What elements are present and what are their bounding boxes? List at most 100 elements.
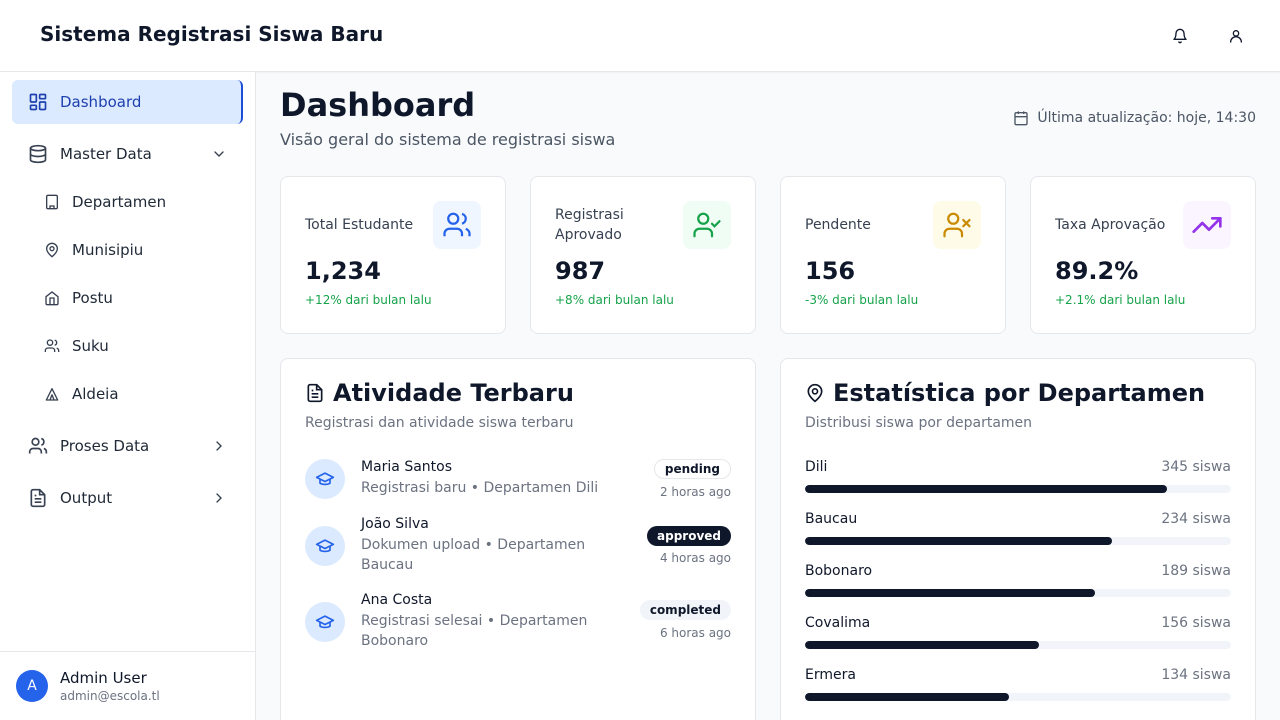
- progress-track: [805, 485, 1231, 493]
- map-pin-icon: [805, 383, 825, 403]
- sidebar-item-proses-data[interactable]: Proses Data: [12, 424, 243, 468]
- sidebar-item-suku[interactable]: Suku: [24, 326, 243, 366]
- calendar-icon: [1013, 110, 1029, 126]
- progress-fill: [805, 485, 1168, 493]
- sidebar-item-label: Postu: [72, 289, 113, 307]
- sidebar-item-label: Suku: [72, 337, 109, 355]
- user-icon[interactable]: [1224, 24, 1248, 48]
- department-count: 234 siswa: [1161, 511, 1231, 527]
- list-item[interactable]: João Silva Dokumen upload • Departamen B…: [305, 516, 731, 573]
- progress-fill: [805, 693, 1010, 701]
- department-row-covalima: Covalima 156 siswa: [805, 615, 1231, 651]
- department-count: 134 siswa: [1161, 667, 1231, 683]
- activity-title: Atividade Terbaru: [305, 379, 574, 407]
- sidebar-item-munisipiu[interactable]: Munisipiu: [24, 230, 243, 270]
- stat-value: 987: [555, 257, 606, 285]
- tent-icon: [44, 386, 60, 402]
- graduation-cap-icon: [305, 602, 345, 642]
- sidebar: Dashboard Master Data Departamen Munisip…: [0, 72, 256, 720]
- sidebar-item-dashboard[interactable]: Dashboard: [12, 80, 243, 124]
- progress-track: [805, 537, 1231, 545]
- activity-name: João Silva: [361, 516, 429, 532]
- chevron-right-icon: [211, 490, 227, 506]
- department-count: 189 siswa: [1161, 563, 1231, 579]
- activity-name: Ana Costa: [361, 592, 433, 608]
- users-icon: [44, 338, 60, 354]
- department-title-text: Estatística por Departamen: [833, 379, 1206, 407]
- activity-desc: Registrasi baru • Departamen Dili: [361, 480, 599, 496]
- chevron-right-icon: [211, 438, 227, 454]
- users-icon: [433, 201, 481, 249]
- graduation-cap-icon: [305, 459, 345, 499]
- sidebar-item-postu[interactable]: Postu: [24, 278, 243, 318]
- department-name: Dili: [805, 459, 828, 475]
- building-icon: [44, 194, 60, 210]
- user-name: Admin User: [60, 669, 147, 687]
- stat-label: Pendente: [805, 217, 871, 233]
- department-row-dili: Dili 345 siswa: [805, 459, 1231, 495]
- sidebar-item-label: Munisipiu: [72, 241, 144, 259]
- sidebar-item-output[interactable]: Output: [12, 476, 243, 520]
- sidebar-item-departamen[interactable]: Departamen: [24, 182, 243, 222]
- stat-value: 89.2%: [1055, 257, 1139, 285]
- database-icon: [28, 144, 48, 164]
- user-check-icon: [683, 201, 731, 249]
- stat-card-taxa-aprovacao: Taxa Aprovação 89.2% +2.1% dari bulan la…: [1030, 176, 1256, 334]
- status-badge: completed: [639, 600, 731, 620]
- avatar: A: [16, 670, 48, 702]
- activity-subtitle: Registrasi dan atividade siswa terbaru: [305, 415, 574, 431]
- progress-fill: [805, 641, 1040, 649]
- page-title: Dashboard: [280, 86, 476, 124]
- stat-label: Registrasi Aprovado: [555, 207, 624, 243]
- department-row-ermera: Ermera 134 siswa: [805, 667, 1231, 703]
- progress-fill: [805, 589, 1095, 597]
- activity-panel: Atividade Terbaru Registrasi dan ativida…: [280, 358, 756, 720]
- activity-name: Maria Santos: [361, 459, 453, 475]
- sidebar-item-label: Aldeia: [72, 385, 119, 403]
- list-item[interactable]: Maria Santos Registrasi baru • Departame…: [305, 459, 731, 503]
- stat-change: +2.1% dari bulan lalu: [1055, 293, 1186, 307]
- department-name: Ermera: [805, 667, 856, 683]
- activity-desc: Dokumen upload • Departamen Baucau: [361, 537, 586, 573]
- department-count: 156 siswa: [1161, 615, 1231, 631]
- users-icon: [28, 436, 48, 456]
- list-item[interactable]: Ana Costa Registrasi selesai • Departame…: [305, 592, 731, 649]
- department-row-baucau: Baucau 234 siswa: [805, 511, 1231, 547]
- stat-card-pendente: Pendente 156 -3% dari bulan lalu: [780, 176, 1006, 334]
- top-bar: Sistema Registrasi Siswa Baru: [0, 0, 1280, 72]
- user-email: admin@escola.tl: [60, 689, 160, 703]
- progress-track: [805, 589, 1231, 597]
- sidebar-user[interactable]: A Admin User admin@escola.tl: [0, 651, 255, 720]
- sidebar-item-master-data[interactable]: Master Data: [12, 132, 243, 176]
- home-icon: [44, 290, 60, 306]
- graduation-cap-icon: [305, 526, 345, 566]
- stat-label: Taxa Aprovação: [1055, 217, 1166, 233]
- sidebar-item-label: Master Data: [60, 145, 152, 163]
- department-name: Covalima: [805, 615, 871, 631]
- activity-time: 6 horas ago: [659, 626, 731, 640]
- activity-time: 2 horas ago: [659, 485, 731, 499]
- activity-desc: Registrasi selesai • Departamen Bobonaro: [361, 613, 588, 649]
- user-x-icon: [933, 201, 981, 249]
- app-title: Sistema Registrasi Siswa Baru: [40, 22, 384, 46]
- sidebar-item-label: Proses Data: [60, 437, 150, 455]
- bell-icon[interactable]: [1168, 24, 1192, 48]
- map-pin-icon: [44, 242, 60, 258]
- stat-change: +8% dari bulan lalu: [555, 293, 674, 307]
- stat-label: Total Estudante: [305, 217, 414, 233]
- last-update-text: Última atualização: hoje, 14:30: [1037, 110, 1256, 126]
- department-subtitle: Distribusi siswa por departamen: [805, 415, 1033, 431]
- file-icon: [28, 488, 48, 508]
- progress-track: [805, 693, 1231, 701]
- progress-fill: [805, 537, 1112, 545]
- stat-change: +12% dari bulan lalu: [305, 293, 432, 307]
- dashboard-icon: [28, 92, 48, 112]
- department-title: Estatística por Departamen: [805, 379, 1205, 407]
- department-name: Bobonaro: [805, 563, 873, 579]
- sidebar-item-label: Departamen: [72, 193, 167, 211]
- stat-value: 156: [805, 257, 856, 285]
- sidebar-item-label: Output: [60, 489, 113, 507]
- stat-value: 1,234: [305, 257, 381, 285]
- sidebar-item-aldeia[interactable]: Aldeia: [24, 374, 243, 414]
- file-icon: [305, 383, 325, 403]
